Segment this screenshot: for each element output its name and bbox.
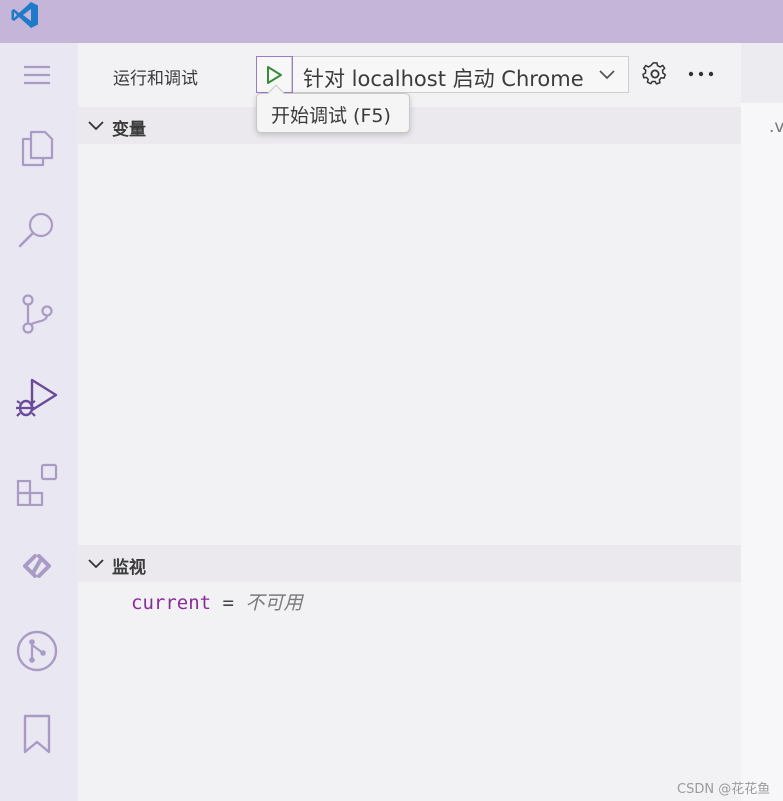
watch-expression-value: 不可用: [245, 592, 303, 614]
editor-text-fragment: .v: [769, 117, 783, 137]
title-bar: [0, 0, 783, 43]
chevron-down-icon: [88, 559, 104, 569]
git-graph-icon: [16, 630, 58, 672]
watch-expression-row[interactable]: current = 不可用: [131, 588, 302, 615]
files-icon: [21, 130, 54, 167]
editor-tab-bar: [741, 43, 783, 103]
extensions-icon: [16, 463, 58, 506]
extensions-button[interactable]: [14, 461, 60, 507]
source-control-icon: [22, 294, 53, 334]
sidebar-title: 运行和调试: [113, 69, 198, 89]
ellipsis-icon[interactable]: [686, 61, 716, 87]
chevron-down-icon: [88, 121, 104, 131]
tooltip-text: 开始调试 (F5): [271, 105, 391, 127]
run-debug-button[interactable]: [14, 374, 60, 420]
vscode-logo-icon: [11, 2, 38, 28]
hamburger-menu-icon: [24, 65, 50, 85]
watch-title: 监视: [112, 558, 146, 578]
watch-expression-equals: =: [222, 592, 234, 614]
watch-section-header[interactable]: 监视: [78, 545, 741, 582]
editor-area: [741, 43, 783, 801]
source-control-button[interactable]: [14, 291, 60, 337]
play-icon: [267, 65, 282, 84]
start-debugging-tooltip: 开始调试 (F5): [256, 84, 410, 133]
git-graph-button[interactable]: [14, 628, 60, 674]
search-button[interactable]: [14, 207, 60, 253]
run-debug-sidebar: 运行和调试 针对 localhost 启动 Chrome 变量 监视 curre…: [78, 43, 741, 801]
remote-icon: [23, 554, 51, 578]
variables-title: 变量: [112, 120, 146, 140]
bookmark-icon: [23, 714, 51, 754]
remote-button[interactable]: [14, 543, 60, 589]
gear-icon[interactable]: [642, 61, 668, 87]
watermark: CSDN @花花鱼: [677, 782, 771, 797]
explorer-button[interactable]: [14, 125, 60, 171]
run-debug-icon: [16, 378, 58, 417]
activity-bar: [0, 43, 78, 801]
menu-button[interactable]: [14, 52, 60, 98]
watch-expression-name: current: [131, 592, 212, 614]
debug-config-dropdown[interactable]: 针对 localhost 启动 Chrome: [256, 56, 629, 93]
chevron-down-icon: [599, 70, 615, 80]
bookmarks-button[interactable]: [14, 710, 60, 756]
debug-config-label: 针对 localhost 启动 Chrome: [303, 67, 584, 91]
search-icon: [18, 212, 54, 248]
